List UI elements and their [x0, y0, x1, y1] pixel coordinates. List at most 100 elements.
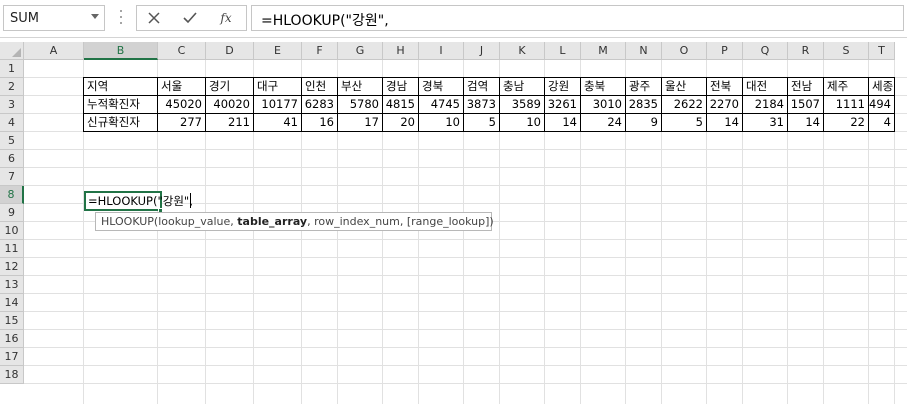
cell-p4[interactable]: 14: [707, 114, 743, 132]
cell-e2[interactable]: 대구: [254, 77, 302, 96]
cell-p2[interactable]: 전북: [707, 77, 743, 96]
row-header-10[interactable]: 10: [0, 222, 24, 240]
row-header-7[interactable]: 7: [0, 168, 24, 186]
active-cell-editor[interactable]: =HLOOKUP("강원",: [84, 191, 193, 211]
row-header-15[interactable]: 15: [0, 312, 24, 330]
column-header-f[interactable]: F: [302, 42, 338, 60]
cell-h2[interactable]: 경남: [383, 77, 419, 96]
column-header-g[interactable]: G: [338, 42, 383, 60]
tooltip-arg-rest[interactable]: , row_index_num, [range_lookup]): [307, 215, 494, 228]
enter-button[interactable]: [173, 7, 207, 29]
name-box[interactable]: SUM: [3, 5, 105, 31]
cell-e4[interactable]: 41: [254, 114, 302, 132]
row-header-1[interactable]: 1: [0, 60, 24, 78]
insert-function-button[interactable]: fx: [209, 7, 243, 29]
column-header-d[interactable]: D: [206, 42, 254, 60]
cell-s3[interactable]: 1111: [824, 96, 869, 114]
row-header-5[interactable]: 5: [0, 132, 24, 150]
cell-n2[interactable]: 광주: [626, 77, 662, 96]
cell-p3[interactable]: 2270: [707, 96, 743, 114]
row-header-6[interactable]: 6: [0, 150, 24, 168]
column-header-k[interactable]: K: [500, 42, 545, 60]
cell-o4[interactable]: 5: [662, 114, 707, 132]
row-header-11[interactable]: 11: [0, 240, 24, 258]
cell-q2[interactable]: 대전: [743, 77, 788, 96]
row-header-14[interactable]: 14: [0, 294, 24, 312]
cell-f4[interactable]: 16: [302, 114, 338, 132]
row-header-16[interactable]: 16: [0, 330, 24, 348]
column-header-s[interactable]: S: [824, 42, 869, 60]
cell-f3[interactable]: 6283: [302, 96, 338, 114]
row-header-8[interactable]: 8: [0, 186, 24, 204]
cell-f2[interactable]: 인천: [302, 77, 338, 96]
cell-t2[interactable]: 세종: [869, 77, 895, 96]
cell-k2[interactable]: 충남: [500, 77, 545, 96]
cell-h3[interactable]: 4815: [383, 96, 419, 114]
cell-l4[interactable]: 14: [545, 114, 581, 132]
cell-i4[interactable]: 10: [419, 114, 464, 132]
cell-o3[interactable]: 2622: [662, 96, 707, 114]
cell-j4[interactable]: 5: [464, 114, 500, 132]
column-header-q[interactable]: Q: [743, 42, 788, 60]
column-header-t[interactable]: T: [869, 42, 895, 60]
cell-j3[interactable]: 3873: [464, 96, 500, 114]
cell-r3[interactable]: 1507: [788, 96, 824, 114]
cancel-button[interactable]: [137, 7, 171, 29]
cell-c4[interactable]: 277: [158, 114, 206, 132]
column-header-b[interactable]: B: [84, 42, 158, 60]
column-header-l[interactable]: L: [545, 42, 581, 60]
column-header-n[interactable]: N: [626, 42, 662, 60]
row-header-4[interactable]: 4: [0, 114, 24, 132]
cell-d2[interactable]: 경기: [206, 77, 254, 96]
cell-l3[interactable]: 3261: [545, 96, 581, 114]
column-header-c[interactable]: C: [158, 42, 206, 60]
row-header-17[interactable]: 17: [0, 348, 24, 366]
column-header-a[interactable]: A: [24, 42, 84, 60]
row-header-3[interactable]: 3: [0, 96, 24, 114]
column-header-o[interactable]: O: [662, 42, 707, 60]
cell-g3[interactable]: 5780: [338, 96, 383, 114]
cell-n3[interactable]: 2835: [626, 96, 662, 114]
row-header-12[interactable]: 12: [0, 258, 24, 276]
cell-h4[interactable]: 20: [383, 114, 419, 132]
row-header-13[interactable]: 13: [0, 276, 24, 294]
column-header-r[interactable]: R: [788, 42, 824, 60]
cell-k4[interactable]: 10: [500, 114, 545, 132]
cell-q3[interactable]: 2184: [743, 96, 788, 114]
cell-g2[interactable]: 부산: [338, 77, 383, 96]
cell-g4[interactable]: 17: [338, 114, 383, 132]
cell-c2[interactable]: 서울: [158, 77, 206, 96]
column-header-j[interactable]: J: [464, 42, 500, 60]
cell-l2[interactable]: 강원: [545, 77, 581, 96]
cell-t3[interactable]: 494: [869, 96, 895, 114]
cell-n4[interactable]: 9: [626, 114, 662, 132]
cell-d3[interactable]: 40020: [206, 96, 254, 114]
cell-j2[interactable]: 검역: [464, 77, 500, 96]
formula-input[interactable]: =HLOOKUP("강원",: [251, 5, 904, 31]
cell-m4[interactable]: 24: [581, 114, 626, 132]
tooltip-arg-table-array[interactable]: table_array: [237, 215, 307, 228]
cell-k3[interactable]: 3589: [500, 96, 545, 114]
column-header-h[interactable]: H: [383, 42, 419, 60]
cell-s2[interactable]: 제주: [824, 77, 869, 96]
select-all-button[interactable]: [0, 42, 24, 60]
row-header-2[interactable]: 2: [0, 78, 24, 96]
cell-r2[interactable]: 전남: [788, 77, 824, 96]
column-header-p[interactable]: P: [707, 42, 743, 60]
cell-b2[interactable]: 지역: [83, 77, 158, 96]
row-header-18[interactable]: 18: [0, 366, 24, 384]
cell-q4[interactable]: 31: [743, 114, 788, 132]
cell-m2[interactable]: 충북: [581, 77, 626, 96]
cell-d4[interactable]: 211: [206, 114, 254, 132]
cell-i2[interactable]: 경북: [419, 77, 464, 96]
column-header-m[interactable]: M: [581, 42, 626, 60]
cell-b3[interactable]: 누적확진자: [83, 96, 158, 114]
cell-b4[interactable]: 신규확진자: [83, 114, 158, 132]
drag-handle-icon[interactable]: [119, 10, 123, 26]
cell-i3[interactable]: 4745: [419, 96, 464, 114]
chevron-down-icon[interactable]: [91, 14, 99, 19]
cell-e3[interactable]: 10177: [254, 96, 302, 114]
cell-o2[interactable]: 울산: [662, 77, 707, 96]
tooltip-arg-lookup-value[interactable]: lookup_value,: [158, 215, 237, 228]
cell-r4[interactable]: 14: [788, 114, 824, 132]
